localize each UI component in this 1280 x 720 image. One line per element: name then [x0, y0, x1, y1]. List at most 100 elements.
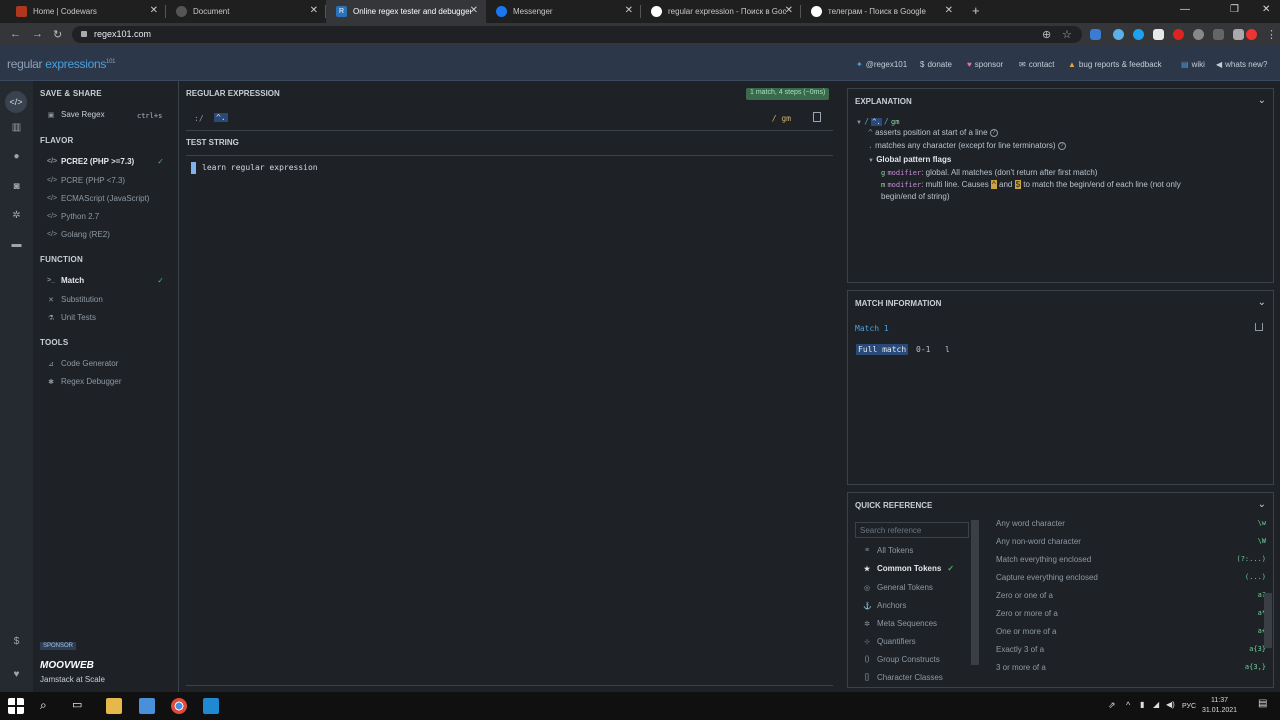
logo[interactable]: regular expressions101 — [7, 57, 115, 71]
sponsor-link[interactable]: ♥ sponsor — [967, 60, 1003, 69]
tool-code-generator[interactable]: ⊿ Code Generator — [47, 359, 118, 368]
scrollbar[interactable] — [1264, 593, 1272, 648]
battery-icon[interactable]: ▮ — [1140, 700, 1144, 709]
gear-icon[interactable]: ✲ — [10, 210, 23, 222]
network-icon[interactable]: ◢ — [1153, 700, 1159, 709]
notifications-icon[interactable]: ▤ — [1258, 698, 1274, 714]
code-icon[interactable]: </> — [5, 91, 27, 113]
tool-regex-debugger[interactable]: ✱ Regex Debugger — [47, 377, 121, 386]
scrollbar[interactable] — [971, 520, 979, 665]
function-unit-tests[interactable]: ⚗ Unit Tests — [47, 313, 96, 322]
extension-icon[interactable] — [1090, 29, 1101, 40]
minimize-icon[interactable]: — — [1180, 4, 1190, 15]
browser-tab[interactable]: Messenger ✕ — [486, 0, 641, 23]
language-indicator[interactable]: РУС — [1182, 703, 1196, 710]
copy-icon[interactable] — [813, 112, 821, 122]
file-explorer-icon[interactable] — [106, 698, 122, 714]
sponsor-logo[interactable]: MOOVWEB — [40, 660, 94, 671]
tray-icon[interactable]: ^ — [1126, 700, 1130, 710]
windows-start-icon[interactable] — [8, 698, 24, 714]
flavor-ecmascript[interactable]: </> ECMAScript (JavaScript) — [47, 194, 149, 203]
qr-row[interactable]: One or more of a a+ — [996, 627, 1266, 636]
star-icon[interactable]: ☆ — [1062, 28, 1072, 41]
test-string-input[interactable]: learn regular expression — [186, 155, 833, 686]
sponsor-tagline[interactable]: Jamstack at Scale — [40, 675, 105, 684]
dollar-icon[interactable]: $ — [10, 636, 23, 648]
chevron-down-icon[interactable]: ⌄ — [1258, 95, 1266, 106]
caret-down-icon[interactable]: ▼ — [856, 120, 862, 126]
qr-category-selected[interactable]: ★ Common Tokens ✓ — [863, 564, 954, 573]
flavor-pcre2[interactable]: </> PCRE2 (PHP >=7.3) — [47, 157, 134, 166]
flavor-python[interactable]: </> Python 2.7 — [47, 212, 99, 221]
qr-row[interactable]: Match everything enclosed (?:...) — [996, 555, 1266, 564]
close-icon[interactable]: ✕ — [150, 5, 158, 16]
chevron-down-icon[interactable]: ⌄ — [1258, 297, 1266, 308]
puzzle-icon[interactable] — [1233, 29, 1244, 40]
browser-tab-active[interactable]: R Online regex tester and debugger ✕ — [326, 0, 486, 23]
chat-icon[interactable]: ▬ — [10, 239, 23, 251]
qr-row[interactable]: 3 or more of a a{3,} — [996, 663, 1266, 672]
plus-icon[interactable]: + — [972, 3, 980, 18]
close-icon[interactable]: ✕ — [1262, 4, 1270, 15]
whats-new-link[interactable]: ◀ whats new? — [1216, 60, 1267, 69]
qr-category[interactable]: ⚓ Anchors — [863, 601, 906, 610]
flavor-pcre[interactable]: </> PCRE (PHP <7.3) — [47, 176, 125, 185]
contact-link[interactable]: ✉ contact — [1019, 60, 1055, 69]
extension-icon[interactable] — [1153, 29, 1164, 40]
extension-icon[interactable] — [1193, 29, 1204, 40]
reference-search-input[interactable]: Search reference — [855, 522, 969, 538]
qr-row[interactable]: Zero or more of a a* — [996, 609, 1266, 618]
search-icon[interactable]: ⌕ — [40, 698, 56, 714]
bug-reports-link[interactable]: ▲ bug reports & feedback — [1068, 60, 1162, 69]
qr-row[interactable]: Capture everything enclosed (...) — [996, 573, 1266, 582]
menu-icon[interactable]: ⋮ — [1266, 28, 1277, 41]
qr-category[interactable]: ≡ All Tokens — [863, 546, 913, 555]
browser-tab[interactable]: телеграм - Поиск в Google ✕ — [801, 0, 961, 23]
reload-icon[interactable]: ↻ — [53, 28, 62, 41]
app-icon[interactable] — [139, 698, 155, 714]
caret-down-icon[interactable]: ▼ — [868, 158, 874, 164]
help-icon[interactable]: ? — [989, 128, 998, 137]
restore-icon[interactable]: ❐ — [1230, 4, 1239, 15]
library-icon[interactable]: ▥ — [10, 122, 23, 134]
vscode-icon[interactable] — [203, 698, 219, 714]
user-icon[interactable]: ● — [10, 151, 23, 163]
donate-link[interactable]: $ donate — [920, 60, 952, 69]
qr-category[interactable]: ◎ General Tokens — [863, 583, 933, 592]
qr-category[interactable]: () Group Constructs — [863, 655, 940, 664]
flavor-golang[interactable]: </> Golang (RE2) — [47, 230, 110, 239]
close-icon[interactable]: ✕ — [785, 5, 793, 16]
qr-row[interactable]: Any word character \w — [996, 519, 1266, 528]
avatar[interactable] — [1246, 29, 1257, 40]
location-icon[interactable]: ⊕ — [1042, 28, 1051, 41]
browser-tab[interactable]: Home | Codewars ✕ — [6, 0, 166, 23]
function-match[interactable]: >_ Match — [47, 276, 84, 285]
save-regex-button[interactable]: ▣ Save Regex — [47, 110, 105, 119]
browser-tab[interactable]: regular expression - Поиск в Google ✕ — [641, 0, 801, 23]
quiz-icon[interactable]: ◙ — [10, 181, 23, 193]
extension-icon[interactable] — [1133, 29, 1144, 40]
qr-category[interactable]: ✲ Meta Sequences — [863, 619, 937, 628]
qr-category[interactable]: ⊹ Quantifiers — [863, 637, 916, 646]
url-input[interactable]: regex101.com ⊕ ☆ — [72, 26, 1082, 43]
qr-row[interactable]: Zero or one of a a? — [996, 591, 1266, 600]
heart-icon[interactable]: ♥ — [10, 669, 23, 681]
tray-icon[interactable]: ⇗ — [1108, 700, 1116, 711]
qr-row[interactable]: Exactly 3 of a a{3} — [996, 645, 1266, 654]
regex-flags[interactable]: / gm — [772, 114, 791, 123]
help-icon[interactable]: ? — [1057, 141, 1066, 150]
chrome-icon[interactable] — [171, 698, 187, 714]
twitter-link[interactable]: ✦ @regex101 — [856, 60, 907, 69]
close-icon[interactable]: ✕ — [470, 5, 478, 16]
function-substitution[interactable]: ✕ Substitution — [47, 295, 103, 304]
regex-pattern[interactable]: ^. — [214, 113, 228, 122]
close-icon[interactable]: ✕ — [310, 5, 318, 16]
extension-icon[interactable] — [1113, 29, 1124, 40]
back-icon[interactable]: ← — [10, 28, 21, 40]
qr-category[interactable]: [] Character Classes — [863, 673, 943, 682]
volume-icon[interactable]: ◀) — [1166, 700, 1175, 709]
task-view-icon[interactable]: ▭ — [72, 698, 88, 714]
share-icon[interactable] — [1255, 323, 1263, 331]
forward-icon[interactable]: → — [32, 28, 43, 40]
extension-icon[interactable] — [1213, 29, 1224, 40]
